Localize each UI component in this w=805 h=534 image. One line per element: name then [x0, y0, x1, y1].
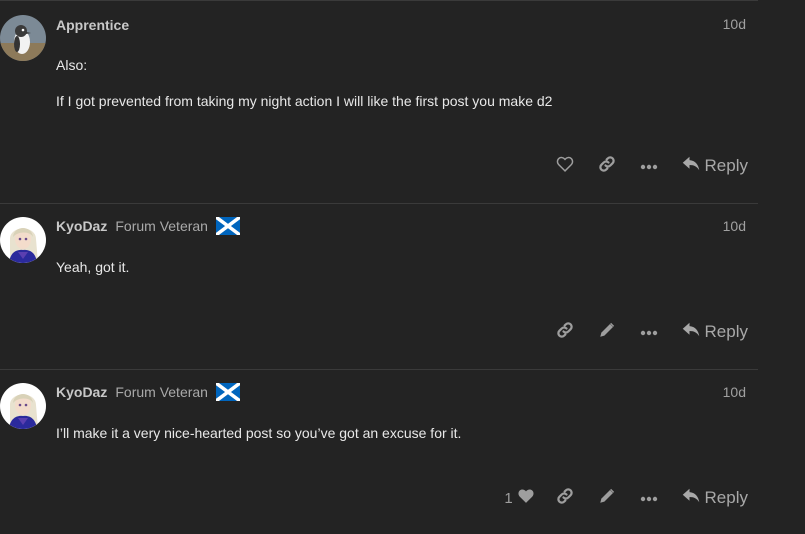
post-actions: 1 Reply — [496, 484, 748, 512]
avatar[interactable] — [0, 217, 46, 263]
ellipsis-icon — [640, 323, 658, 341]
copy-link-button[interactable] — [586, 152, 628, 180]
avatar[interactable] — [0, 383, 46, 429]
post-stream: Apprentice 10d Also: If I got prevented … — [0, 0, 805, 534]
user-title: Forum Veteran — [115, 384, 208, 400]
reply-label: Reply — [704, 322, 748, 341]
post-date[interactable]: 10d — [723, 384, 746, 400]
username[interactable]: KyoDaz — [56, 218, 107, 234]
copy-link-button[interactable] — [544, 318, 586, 346]
reply-button[interactable]: Reply — [682, 488, 748, 508]
post: KyoDaz Forum Veteran 10d I’ll make it a … — [0, 370, 758, 534]
link-icon — [556, 321, 574, 344]
scotland-flag-icon — [214, 215, 242, 237]
reply-label: Reply — [704, 488, 748, 507]
more-actions-button[interactable] — [628, 318, 670, 346]
post-date[interactable]: 10d — [723, 16, 746, 32]
reply-button[interactable]: Reply — [682, 322, 748, 342]
ellipsis-icon — [640, 157, 658, 175]
avatar[interactable] — [0, 15, 46, 61]
post-actions: Reply — [544, 152, 748, 180]
link-icon — [556, 487, 574, 510]
post-paragraph: Yeah, got it. — [56, 259, 130, 275]
post-date[interactable]: 10d — [723, 218, 746, 234]
post: KyoDaz Forum Veteran 10d Yeah, got it. R… — [0, 204, 758, 370]
more-actions-button[interactable] — [628, 484, 670, 512]
edit-button[interactable] — [586, 318, 628, 346]
username[interactable]: KyoDaz — [56, 384, 107, 400]
reply-label: Reply — [704, 156, 748, 175]
post-paragraph: If I got prevented from taking my night … — [56, 93, 553, 109]
username[interactable]: Apprentice — [56, 17, 129, 33]
post-meta: KyoDaz Forum Veteran — [56, 381, 242, 403]
post-meta: KyoDaz Forum Veteran — [56, 215, 242, 237]
user-title: Forum Veteran — [115, 218, 208, 234]
post: Apprentice 10d Also: If I got prevented … — [0, 0, 758, 204]
post-paragraph: Also: — [56, 57, 88, 73]
post-meta: Apprentice — [56, 15, 129, 35]
heart-outline-icon — [556, 156, 574, 177]
reply-button[interactable]: Reply — [682, 156, 748, 176]
heart-filled-icon — [517, 488, 535, 509]
copy-link-button[interactable] — [544, 484, 586, 512]
link-icon — [598, 155, 616, 178]
like-count: 1 — [504, 489, 513, 507]
post-actions: Reply — [544, 318, 748, 346]
post-paragraph: I’ll make it a very nice-hearted post so… — [56, 425, 462, 441]
like-button[interactable] — [544, 152, 586, 180]
ellipsis-icon — [640, 489, 658, 507]
scotland-flag-icon — [214, 381, 242, 403]
pencil-icon — [598, 487, 616, 510]
like-button[interactable]: 1 — [496, 484, 544, 512]
reply-arrow-icon — [682, 488, 705, 508]
pencil-icon — [598, 321, 616, 344]
reply-arrow-icon — [682, 322, 705, 342]
more-actions-button[interactable] — [628, 152, 670, 180]
reply-arrow-icon — [682, 156, 705, 176]
edit-button[interactable] — [586, 484, 628, 512]
